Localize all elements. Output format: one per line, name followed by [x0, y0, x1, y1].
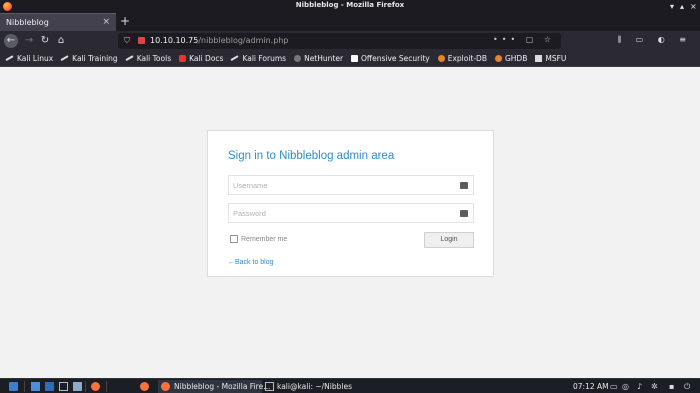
tab-label: Nibbleblog [6, 18, 49, 27]
workspace-icon[interactable] [45, 382, 54, 391]
lock-icon[interactable]: ▪ [669, 382, 674, 391]
firefox-task-icon[interactable] [140, 382, 149, 391]
tab-nibbleblog[interactable]: Nibbleblog × [0, 13, 116, 31]
window-title: Nibbleblog - Mozilla Firefox [295, 1, 405, 9]
terminal-window-icon [265, 382, 274, 391]
password-field[interactable] [228, 203, 474, 223]
taskbar-separator [106, 381, 107, 392]
bookmark-offensive-security[interactable]: Offensive Security [351, 54, 430, 63]
settings-icon[interactable]: ✲ [651, 382, 658, 391]
close-window-icon[interactable]: × [690, 1, 697, 12]
exploitdb-icon [437, 55, 445, 62]
taskbar-firefox-label: Nibbleblog - Mozilla Fire... [174, 382, 271, 391]
ghdb-icon [494, 55, 502, 62]
taskbar-terminal-label: kali@kali: ~/Nibbles [277, 382, 352, 391]
window-titlebar: Nibbleblog - Mozilla Firefox ▾ ▴ × [0, 0, 700, 13]
login-card: Sign in to Nibbleblog admin area Remembe… [207, 130, 494, 277]
bookmark-kali-forums[interactable]: Kali Forums [230, 54, 286, 63]
url-text[interactable]: 10.10.10.75/nibbleblog/admin.php [150, 36, 288, 45]
offsec-icon [351, 55, 359, 62]
tab-close-icon[interactable]: × [102, 17, 110, 27]
bookmark-nethunter[interactable]: NetHunter [294, 54, 343, 63]
bookmark-kali-training[interactable]: Kali Training [60, 54, 118, 63]
forward-button[interactable]: → [22, 34, 36, 48]
bookmarks-toolbar: Kali Linux Kali Training Kali Tools Kali… [0, 51, 700, 67]
password-input[interactable] [233, 207, 453, 220]
login-heading: Sign in to Nibbleblog admin area [228, 150, 395, 162]
bookmark-kali-docs[interactable]: Kali Docs [179, 54, 223, 63]
username-field[interactable] [228, 175, 474, 195]
password-manager-icon[interactable] [460, 210, 468, 217]
page-actions-icons[interactable]: ••• ▢ ☆ [493, 35, 555, 44]
kali-docs-icon [179, 55, 187, 62]
toolbar-icons[interactable]: ⫼ ▭ ◐ ≡ [617, 35, 692, 45]
bookmark-kali-tools[interactable]: Kali Tools [125, 54, 171, 63]
home-button[interactable]: ⌂ [54, 34, 68, 48]
remember-me[interactable]: Remember me [230, 235, 287, 243]
bookmark-msfu[interactable]: MSFU [535, 54, 566, 63]
notifications-icon[interactable]: ♪ [637, 382, 642, 391]
page-content: Sign in to Nibbleblog admin area Remembe… [0, 67, 700, 378]
bookmark-ghdb[interactable]: GHDB [494, 54, 527, 63]
taskbar-separator [85, 381, 86, 392]
file-manager-icon[interactable] [73, 382, 82, 391]
bookmark-exploit-db[interactable]: Exploit-DB [437, 54, 487, 63]
insecure-lock-icon[interactable] [138, 37, 145, 44]
firefox-launcher-icon[interactable] [91, 382, 100, 391]
taskbar: Nibbleblog - Mozilla Fire... kali@kali: … [0, 378, 700, 393]
navigation-toolbar: ← → ↻ ⌂ ⛉ 10.10.10.75/nibbleblog/admin.p… [0, 31, 700, 51]
kali-dragon-icon [125, 54, 135, 63]
back-button[interactable]: ← [4, 34, 18, 48]
taskbar-separator [24, 381, 25, 392]
taskbar-terminal-window[interactable]: kali@kali: ~/Nibbles [264, 380, 374, 393]
kali-dragon-icon [60, 54, 70, 63]
password-manager-icon[interactable] [460, 182, 468, 189]
msfu-icon [535, 55, 543, 62]
kali-menu-icon[interactable] [9, 382, 18, 391]
minimize-icon[interactable]: ▾ [670, 1, 674, 12]
kali-dragon-icon [5, 54, 15, 63]
maximize-icon[interactable]: ▴ [680, 1, 684, 12]
back-to-blog-link[interactable]: ←Back to blog [228, 259, 274, 266]
clock[interactable]: 07:12 AM [573, 380, 609, 393]
new-tab-button[interactable]: + [120, 14, 130, 28]
firefox-window-icon [161, 382, 170, 391]
taskbar-firefox-window[interactable]: Nibbleblog - Mozilla Fire... [158, 380, 270, 393]
terminal-launcher-icon[interactable] [59, 382, 68, 391]
remember-me-label: Remember me [241, 235, 288, 243]
tracking-shield-icon[interactable]: ⛉ [124, 36, 130, 46]
kali-dragon-icon [230, 54, 240, 63]
url-bar[interactable]: ⛉ 10.10.10.75/nibbleblog/admin.php ••• ▢… [118, 33, 561, 49]
nethunter-icon [294, 55, 302, 62]
bookmark-kali-linux[interactable]: Kali Linux [5, 54, 53, 63]
username-input[interactable] [233, 179, 453, 192]
network-icon[interactable]: ◎ [622, 382, 629, 391]
screen-icon[interactable]: ▭ [610, 382, 618, 391]
show-desktop-icon[interactable] [31, 382, 40, 391]
reload-button[interactable]: ↻ [38, 34, 52, 48]
power-icon[interactable]: ⏻ [684, 382, 690, 391]
tab-strip: Nibbleblog × + [0, 13, 700, 31]
login-button[interactable]: Login [424, 232, 474, 248]
remember-me-checkbox[interactable] [230, 235, 238, 243]
